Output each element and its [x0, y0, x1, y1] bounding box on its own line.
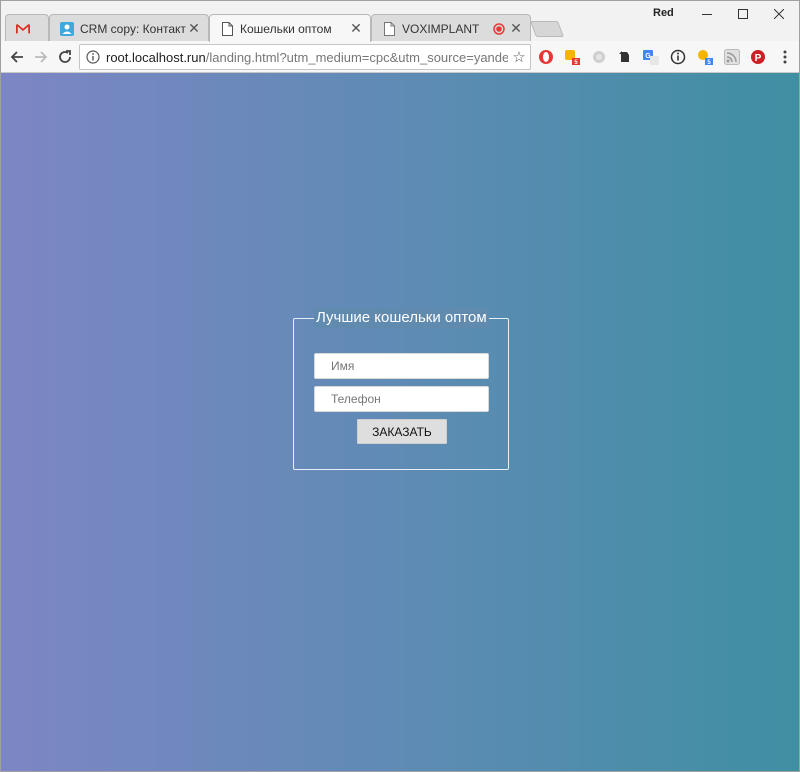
- recording-icon: [492, 22, 506, 36]
- close-tab-icon[interactable]: ✕: [348, 20, 364, 37]
- url-path: /landing.html?utm_medium=cpc&utm_source=…: [205, 49, 508, 65]
- gmail-icon: [16, 22, 30, 36]
- tab-wallets[interactable]: Кошельки оптом ✕: [209, 14, 371, 42]
- browser-window: CRM copy: Контакты - A ✕ Кошельки оптом …: [0, 0, 800, 772]
- info-icon[interactable]: [82, 46, 104, 68]
- phone-input[interactable]: [314, 386, 489, 412]
- browser-toolbar: root.localhost.run/landing.html?utm_medi…: [1, 41, 799, 73]
- address-bar[interactable]: root.localhost.run/landing.html?utm_medi…: [79, 44, 531, 70]
- info-circle-icon[interactable]: [670, 49, 686, 65]
- pinterest-icon[interactable]: P: [750, 49, 766, 65]
- page-icon: [382, 21, 396, 36]
- close-window-icon[interactable]: [759, 1, 799, 27]
- tab-strip: CRM copy: Контакты - A ✕ Кошельки оптом …: [1, 1, 799, 42]
- profile-name[interactable]: Red: [653, 7, 674, 19]
- rss-icon[interactable]: [724, 49, 740, 65]
- maximize-icon[interactable]: [723, 1, 763, 27]
- url-host: root.localhost.run: [106, 49, 206, 65]
- crm-icon: [60, 21, 74, 36]
- forward-arrow-icon[interactable]: [29, 45, 53, 69]
- tab-title: VOXIMPLANT: [402, 21, 480, 36]
- tab-voximplant[interactable]: VOXIMPLANT ✕: [371, 14, 531, 42]
- tab-crm[interactable]: CRM copy: Контакты - A ✕: [49, 14, 209, 42]
- extension-badge-blue-icon[interactable]: 5: [697, 49, 713, 65]
- tab-gmail[interactable]: [5, 14, 49, 42]
- tab-title: CRM copy: Контакты - A: [80, 21, 186, 36]
- order-button[interactable]: ЗАКАЗАТЬ: [357, 419, 447, 444]
- evernote-icon[interactable]: [617, 49, 633, 65]
- opera-icon[interactable]: [538, 49, 554, 65]
- page-icon: [220, 21, 234, 36]
- extension-badge-icon[interactable]: 5: [564, 49, 580, 65]
- close-tab-icon[interactable]: ✕: [186, 20, 202, 37]
- bookmark-star-icon[interactable]: ☆: [508, 46, 530, 68]
- menu-icon[interactable]: [777, 49, 793, 65]
- form-legend: Лучшие кошельки оптом: [314, 308, 489, 328]
- url-text[interactable]: root.localhost.run/landing.html?utm_medi…: [104, 50, 508, 65]
- order-form: Лучшие кошельки оптом ЗАКАЗАТЬ: [293, 308, 509, 470]
- minimize-icon[interactable]: [687, 1, 727, 27]
- grey-extension-icon[interactable]: [591, 49, 607, 65]
- reload-icon[interactable]: [53, 45, 77, 69]
- tab-title: Кошельки оптом: [240, 21, 332, 36]
- landing-page: Лучшие кошельки оптом ЗАКАЗАТЬ: [1, 73, 799, 771]
- new-tab-button[interactable]: [530, 21, 564, 37]
- back-arrow-icon[interactable]: [5, 45, 29, 69]
- translate-icon[interactable]: G: [643, 49, 659, 65]
- svg-text:P: P: [755, 53, 762, 64]
- name-input[interactable]: [314, 353, 489, 379]
- close-tab-icon[interactable]: ✕: [508, 20, 524, 37]
